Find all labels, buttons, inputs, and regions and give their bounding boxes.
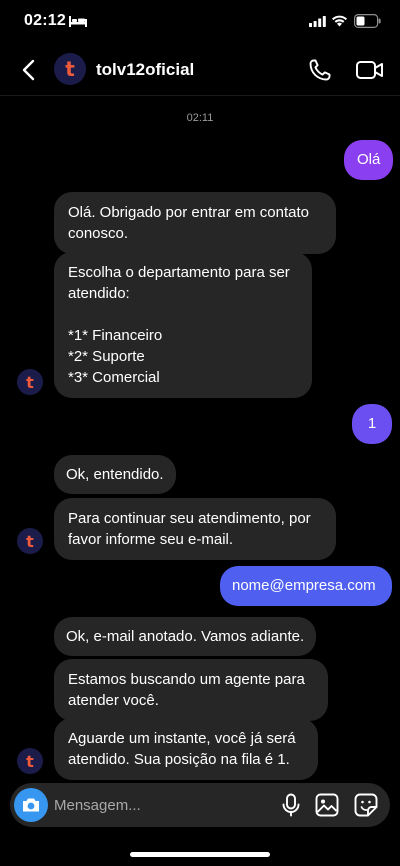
contact-avatar-small: t <box>17 369 43 395</box>
message-incoming[interactable]: Para continuar seu atendimento, por favo… <box>54 498 336 560</box>
message-input[interactable] <box>54 783 264 827</box>
chat-header: t tolv12oficial <box>0 44 400 96</box>
message-incoming[interactable]: Aguarde um instante, você já será atendi… <box>54 718 318 780</box>
battery-icon <box>354 14 381 28</box>
contact-name[interactable]: tolv12oficial <box>96 60 194 80</box>
signal-icon <box>309 16 326 27</box>
message-incoming[interactable]: Ok, e-mail anotado. Vamos adiante. <box>54 617 317 656</box>
message-incoming[interactable]: Olá. Obrigado por entrar em contato cono… <box>54 192 336 254</box>
status-time: 02:12 <box>24 12 66 29</box>
message-incoming[interactable]: Estamos buscando um agente para atender … <box>54 659 328 721</box>
gallery-icon[interactable] <box>315 793 339 817</box>
bed-icon <box>69 16 87 27</box>
microphone-icon[interactable] <box>280 793 302 817</box>
back-icon <box>22 59 35 81</box>
status-bar: 02:12 <box>0 0 400 44</box>
message-incoming[interactable]: Escolha o departamento para ser atendido… <box>54 252 312 398</box>
wifi-icon <box>332 15 347 27</box>
contact-avatar-small: t <box>17 748 43 774</box>
sticker-icon[interactable] <box>354 793 378 817</box>
avatar-letter: t <box>65 57 75 81</box>
avatar-letter: t <box>26 751 34 771</box>
video-camera-icon[interactable] <box>355 57 385 83</box>
message-outgoing[interactable]: 1 <box>352 404 392 444</box>
avatar-letter: t <box>26 372 34 392</box>
camera-button[interactable] <box>14 788 48 822</box>
phone-icon[interactable] <box>306 56 334 84</box>
message-outgoing[interactable]: nome@empresa.com <box>220 566 392 606</box>
conversation-timestamp: 02:11 <box>186 112 214 124</box>
message-composer <box>10 783 390 827</box>
home-indicator[interactable] <box>130 852 270 857</box>
contact-avatar-small: t <box>17 528 43 554</box>
contact-avatar[interactable]: t <box>54 53 86 85</box>
avatar-letter: t <box>26 531 34 551</box>
instagram-direct-chat-screen: 02:12 t tolv12oficial 02:11 Olá Olá. Obr… <box>0 0 400 866</box>
message-outgoing[interactable]: Olá <box>344 140 394 180</box>
message-incoming[interactable]: Ok, entendido. <box>54 455 176 494</box>
camera-icon <box>23 798 39 812</box>
back-button[interactable] <box>14 56 42 84</box>
